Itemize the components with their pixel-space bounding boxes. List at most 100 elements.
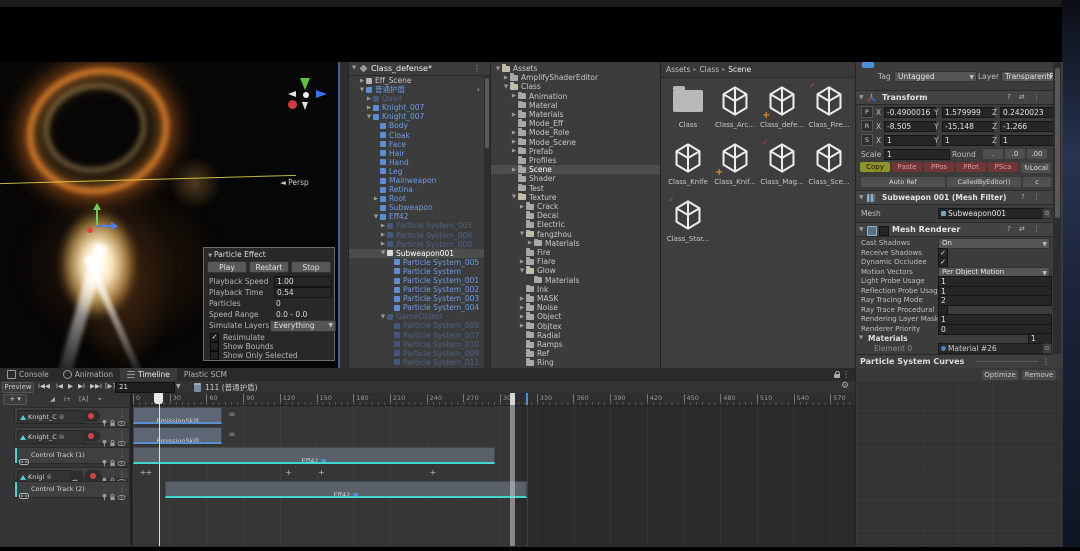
foldout-arrow-icon[interactable]: ▶ — [502, 75, 510, 81]
project-folder-mode-scene[interactable]: ▶Mode_Scene — [491, 138, 661, 147]
move-gizmo-x-handle[interactable] — [87, 227, 93, 233]
track-header-knight-c-0[interactable]: Knight_C⊗⋮ — [14, 407, 130, 424]
move-gizmo-z-arrow[interactable] — [111, 222, 118, 230]
project-folder-electric[interactable]: Electric — [491, 220, 661, 229]
project-folder-amplifyshadereditor[interactable]: ▶AmplifyShaderEditor — [491, 73, 661, 82]
project-folder-flare[interactable]: ▶Flare — [491, 257, 661, 266]
hierarchy-item-particle-system-002[interactable]: Particle System_002 — [349, 285, 491, 294]
hierarchy-item-retina[interactable]: Retina — [349, 185, 491, 194]
material-object-field[interactable]: Material #26 — [938, 343, 1044, 354]
layer-dropdown[interactable]: TransparentFX▼ — [1001, 71, 1056, 82]
clip-eff42-2[interactable]: Eff42 — [133, 447, 495, 464]
kebab-menu-icon[interactable]: ⋮ — [842, 370, 850, 379]
asset-class-defe[interactable]: +Class_defe... — [760, 84, 804, 129]
record-button[interactable] — [83, 410, 100, 422]
project-folder-texture[interactable]: ▼Texture — [491, 193, 661, 202]
foldout-arrow-icon[interactable]: ▼ — [372, 214, 380, 220]
hierarchy-item-particle-system-009[interactable]: Particle System_009 — [349, 349, 491, 358]
transform-s-z-field[interactable]: 1 — [1000, 135, 1054, 146]
hierarchy-item-particle-system-011[interactable]: Particle System_011 — [349, 358, 491, 367]
hierarchy-item-subweapon[interactable]: Subweapon — [349, 203, 491, 212]
playhead-handle[interactable] — [154, 393, 163, 404]
mesh-object-field[interactable]: Subweapon001 — [938, 208, 1044, 219]
goto-end-button[interactable]: ▶▶Ι — [90, 382, 102, 390]
prot-button[interactable]: PRot — [956, 162, 986, 172]
play-button[interactable]: Play — [207, 261, 247, 273]
hierarchy-item-subweapon001[interactable]: ▼Subweapon001 — [349, 249, 491, 258]
project-folder-test[interactable]: Test — [491, 184, 661, 193]
project-folder-ref[interactable]: Ref — [491, 349, 661, 358]
clip-emissionskill-0[interactable]: EmissionSkill — [133, 407, 222, 424]
timeline-binding-label[interactable]: 111 (普通护盾) — [205, 382, 258, 393]
keyframe-marker[interactable]: + — [429, 469, 436, 477]
project-folder-mode-role[interactable]: ▶Mode_Role — [491, 128, 661, 137]
track-header-knight-c-1[interactable]: Knight_C⊗⋮ — [14, 427, 130, 444]
project-folder-prefab[interactable]: ▶Prefab — [491, 147, 661, 156]
hierarchy-item-eff-scene[interactable]: ▶Eff_Scene — [349, 76, 491, 85]
hierarchy-item-leg[interactable]: Leg — [349, 167, 491, 176]
transform-r-x-field[interactable]: -8.505 — [884, 121, 936, 132]
curves-toggle-icon[interactable] — [69, 471, 83, 481]
transform-p-y-field[interactable]: 1.579999 — [942, 107, 994, 118]
project-folder-object[interactable]: ▶Object — [491, 312, 661, 321]
asset-class-fire[interactable]: ✓Class_Fire... — [807, 84, 851, 129]
remove-binding-icon[interactable]: ⊗ — [59, 433, 65, 441]
asset-class-knife[interactable]: Class_Knife — [666, 141, 710, 186]
project-folder-ramps[interactable]: Ramps — [491, 340, 661, 349]
hierarchy-item-particle-system-005[interactable]: ▶Particle System_005 — [349, 221, 491, 230]
foldout-arrow-icon[interactable]: ▼ — [859, 335, 863, 341]
panel-divider[interactable] — [340, 62, 348, 368]
restart-button[interactable]: Restart — [249, 261, 289, 273]
asset-class-star[interactable]: ✓Class_Star... — [666, 198, 710, 243]
tag-dropdown[interactable]: Untagged▼ — [894, 71, 977, 82]
play-range-button[interactable]: [▶] — [105, 382, 115, 390]
foldout-arrow-icon[interactable]: ▼ — [379, 250, 387, 256]
view-gizmo-white-cone-left[interactable] — [288, 91, 296, 97]
local-button[interactable]: ↻Local — [1020, 162, 1052, 174]
round-button-2[interactable]: .00 — [1026, 148, 1048, 160]
hierarchy-item-普通护盾[interactable]: ▼普通护盾› — [349, 85, 491, 94]
receive-shadows-checkbox[interactable]: ✓ — [938, 248, 948, 258]
ray-trace-procedural-checkbox[interactable] — [938, 305, 948, 315]
breadcrumb-assets[interactable]: Assets — [666, 65, 690, 74]
transform-s-x-field[interactable]: 1 — [884, 135, 936, 146]
foldout-arrow-icon[interactable]: ▼ — [510, 194, 518, 200]
project-folder-ring[interactable]: Ring — [491, 358, 661, 367]
timeline-end-marker-head[interactable] — [510, 393, 515, 405]
hierarchy-scene-header[interactable]: ▼ Class_defense* ⋮ — [349, 62, 491, 76]
asset-class-arc[interactable]: Class_Arc... — [713, 84, 757, 129]
project-folder-decal[interactable]: Decal — [491, 211, 661, 220]
scrollbar-thumb[interactable] — [1055, 68, 1060, 218]
foldout-arrow-icon[interactable]: ▶ — [510, 167, 518, 173]
foldout-arrow-icon[interactable]: ▶ — [518, 296, 526, 302]
record-button[interactable] — [83, 430, 100, 442]
materials-foldout-row[interactable]: ▼ Materials 1 — [856, 333, 1053, 343]
breadcrumb-class[interactable]: Class — [699, 65, 719, 74]
remove-binding-icon[interactable]: ⊗ — [59, 413, 65, 421]
timeline-end-marker[interactable] — [510, 393, 515, 546]
project-folder-profiles[interactable]: Profiles — [491, 156, 661, 165]
hierarchy-item-body[interactable]: Body — [349, 121, 491, 130]
foldout-arrow-icon[interactable]: ▶ — [518, 204, 526, 210]
kebab-menu-icon[interactable]: ⋮ — [473, 64, 481, 73]
ppos-button[interactable]: PPos — [924, 162, 954, 172]
foldout-arrow-icon[interactable]: ▶ — [526, 240, 534, 246]
tab-console[interactable]: Console — [0, 368, 56, 381]
foldout-arrow-icon[interactable]: ▶ — [510, 93, 518, 99]
project-folder-materials[interactable]: ▶Materials — [491, 110, 661, 119]
mix-mode-icon[interactable]: ◢ — [50, 395, 55, 403]
gear-icon[interactable]: ⚙ — [841, 381, 849, 391]
hierarchy-item-hand[interactable]: Hand — [349, 158, 491, 167]
add-track-button[interactable]: + ▾ — [3, 394, 27, 405]
stop-button[interactable]: Stop — [291, 261, 331, 273]
hierarchy-item-particle-system-010[interactable]: Particle System_010 — [349, 340, 491, 349]
track-header-control-track-1-2[interactable]: Control Track (1)⋮ — [14, 447, 130, 464]
hierarchy-item-particle-system[interactable]: Particle System — [349, 267, 491, 276]
foldout-arrow-icon[interactable]: ▶ — [518, 323, 526, 329]
kebab-menu-icon[interactable]: ⋮ — [119, 470, 127, 479]
play-button[interactable]: ▶ — [68, 382, 73, 390]
calledbyeditor-button[interactable]: CalledByEditor() — [946, 176, 1022, 188]
project-folder-fire[interactable]: Fire — [491, 248, 661, 257]
current-frame-field[interactable]: 21 — [115, 382, 175, 393]
hierarchy-item-mainweapon[interactable]: Mainweapon — [349, 176, 491, 185]
